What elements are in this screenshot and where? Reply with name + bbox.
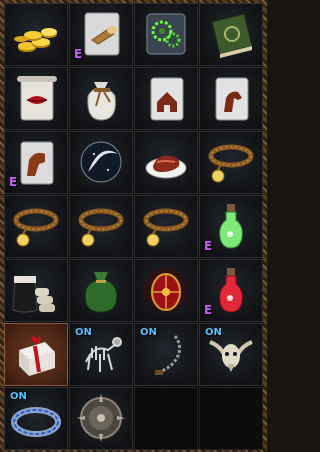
inventory-slot[interactable]: E — [199, 195, 263, 258]
inventory-slot[interactable] — [134, 67, 198, 130]
green-bag-icon — [70, 260, 132, 321]
inventory-slot[interactable] — [199, 3, 263, 66]
event-item-badge: E — [204, 303, 213, 317]
house-scroll-icon — [135, 68, 197, 129]
red-egg-icon — [135, 260, 197, 321]
inventory-slot-empty[interactable] — [199, 387, 263, 450]
green-book-icon — [200, 4, 262, 65]
collar-icon — [135, 196, 197, 257]
inventory-slot[interactable]: ON — [4, 387, 68, 450]
inventory-slot[interactable] — [134, 259, 198, 322]
inventory-frame: E E E E ON ON ON ON — [0, 0, 267, 452]
inventory-slot[interactable] — [134, 195, 198, 258]
inventory-grid: E E E E ON ON ON ON — [4, 3, 263, 450]
inventory-slot[interactable] — [69, 387, 133, 450]
inventory-slot[interactable] — [69, 131, 133, 194]
horse-scroll-icon — [200, 68, 262, 129]
inventory-slot[interactable] — [69, 67, 133, 130]
inventory-slot[interactable] — [4, 323, 68, 386]
collar-icon — [200, 132, 262, 193]
green-gears-card-icon — [135, 4, 197, 65]
meat-plate-icon — [135, 132, 197, 193]
gold-coins-icon — [5, 4, 67, 65]
equipped-on-badge: ON — [205, 327, 222, 338]
inventory-slot[interactable] — [69, 195, 133, 258]
inventory-slot[interactable] — [134, 131, 198, 194]
lips-scroll-icon — [5, 68, 67, 129]
white-sack-icon — [70, 68, 132, 129]
inventory-slot-empty[interactable] — [134, 387, 198, 450]
inventory-slot[interactable] — [4, 67, 68, 130]
event-item-badge: E — [74, 47, 83, 61]
inventory-slot[interactable] — [4, 259, 68, 322]
inventory-slot[interactable]: ON — [69, 323, 133, 386]
inventory-slot[interactable]: E — [69, 3, 133, 66]
collar-icon — [5, 196, 67, 257]
inventory-slot[interactable]: ON — [134, 323, 198, 386]
equipped-on-badge: ON — [75, 327, 92, 338]
moon-orb-icon — [70, 132, 132, 193]
inventory-slot[interactable] — [69, 259, 133, 322]
gift-box-icon — [5, 324, 67, 385]
inventory-slot[interactable]: ON — [199, 323, 263, 386]
inventory-slot[interactable] — [4, 195, 68, 258]
equipped-on-badge: ON — [140, 327, 157, 338]
collar-icon — [70, 196, 132, 257]
inventory-slot[interactable]: E — [4, 131, 68, 194]
inventory-slot[interactable] — [4, 3, 68, 66]
inventory-slot[interactable]: E — [199, 259, 263, 322]
jar-sacks-icon — [5, 260, 67, 321]
spiked-shield-icon — [70, 388, 132, 449]
event-item-badge: E — [204, 239, 213, 253]
equipped-on-badge: ON — [10, 391, 27, 402]
inventory-panel: E E E E ON ON ON ON — [4, 3, 263, 450]
inventory-slot[interactable] — [199, 131, 263, 194]
inventory-slot[interactable] — [134, 3, 198, 66]
event-item-badge: E — [9, 175, 18, 189]
inventory-slot[interactable] — [199, 67, 263, 130]
